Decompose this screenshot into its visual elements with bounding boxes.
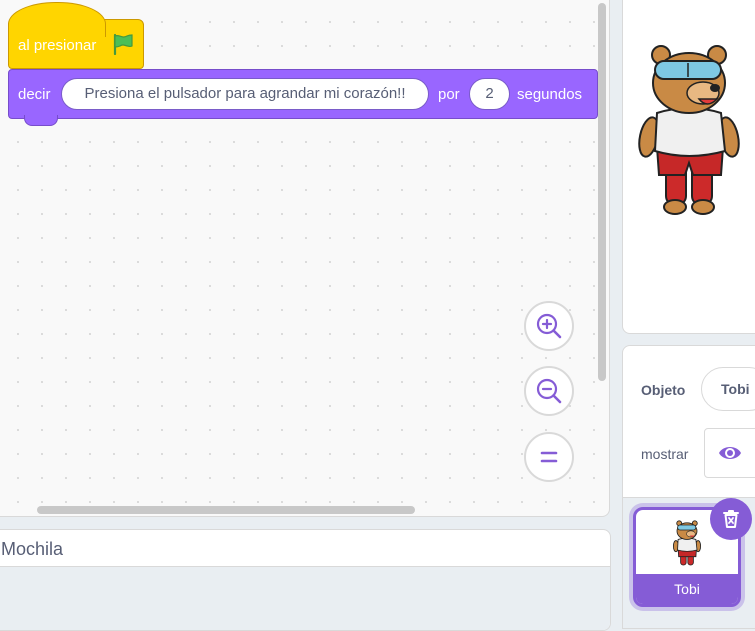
zoom-reset-icon: [540, 451, 558, 463]
backpack-content: [0, 567, 610, 630]
say-message-input[interactable]: Presiona el pulsador para agrandar mi co…: [61, 78, 429, 110]
sprite-tile-label: Tobi: [636, 574, 738, 604]
horizontal-scrollbar[interactable]: [37, 506, 415, 514]
delete-sprite-button[interactable]: [710, 498, 752, 540]
zoom-in-button[interactable]: [524, 301, 574, 351]
backpack-title[interactable]: Mochila: [0, 530, 610, 567]
when-flag-clicked-block[interactable]: al presionar: [8, 2, 144, 69]
show-sprite-toggle[interactable]: [704, 428, 755, 478]
hat-block-label: al presionar: [18, 37, 97, 54]
stage[interactable]: [622, 0, 755, 334]
code-area[interactable]: al presionar decir Presiona el pulsador …: [0, 0, 610, 517]
trash-icon: [723, 510, 739, 528]
say-for-secs-block[interactable]: decir Presiona el pulsador para agrandar…: [8, 69, 598, 119]
zoom-reset-button[interactable]: [524, 432, 574, 482]
sprite-name-label: Objeto: [641, 382, 686, 398]
say-label: decir: [18, 86, 51, 103]
vertical-scrollbar[interactable]: [598, 3, 606, 381]
show-label: mostrar: [641, 446, 689, 462]
zoom-out-button[interactable]: [524, 366, 574, 416]
bear-sprite[interactable]: [633, 43, 745, 223]
seconds-input[interactable]: 2: [469, 78, 510, 110]
sprite-thumbnail: [672, 520, 702, 566]
sprite-name-input[interactable]: Tobi: [701, 367, 755, 411]
zoom-out-icon: [536, 378, 562, 404]
seconds-label: segundos: [517, 86, 583, 103]
block-bottom-notch: [24, 115, 58, 126]
zoom-in-icon: [536, 313, 562, 339]
for-label: por: [438, 86, 460, 103]
eye-icon: [719, 447, 741, 459]
backpack-panel[interactable]: Mochila: [0, 529, 611, 631]
green-flag-icon: [113, 33, 133, 55]
